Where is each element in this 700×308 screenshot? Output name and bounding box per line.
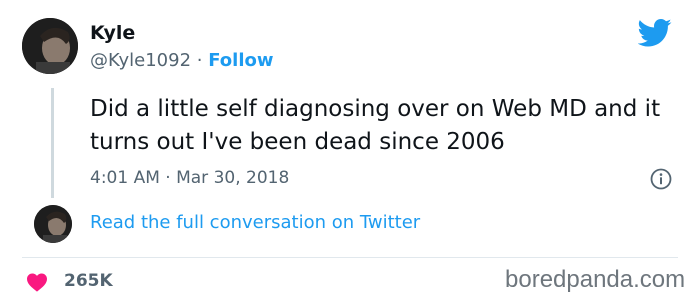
thread-line: [51, 88, 54, 198]
reply-avatar[interactable]: [34, 205, 72, 243]
info-icon[interactable]: [650, 168, 672, 190]
tweet-text: Did a little self diagnosing over on Web…: [90, 96, 661, 155]
like-count[interactable]: 265K: [64, 271, 113, 291]
divider: [22, 257, 678, 258]
tweet-timestamp[interactable]: 4:01 AM · Mar 30, 2018: [90, 168, 289, 188]
author-handle[interactable]: @Kyle1092: [90, 50, 191, 71]
watermark: boredpanda.com: [505, 266, 686, 293]
read-full-conversation-link[interactable]: Read the full conversation on Twitter: [90, 212, 420, 233]
author-avatar[interactable]: [22, 18, 78, 74]
avatar-photo: [34, 205, 72, 243]
handle-row: @Kyle1092 · Follow: [90, 50, 274, 71]
author-name[interactable]: Kyle: [90, 22, 135, 44]
heart-icon[interactable]: [26, 272, 48, 292]
avatar-photo: [22, 18, 78, 74]
twitter-bird-icon[interactable]: [638, 18, 672, 48]
separator-dot: ·: [196, 50, 209, 71]
follow-button[interactable]: Follow: [208, 50, 273, 71]
